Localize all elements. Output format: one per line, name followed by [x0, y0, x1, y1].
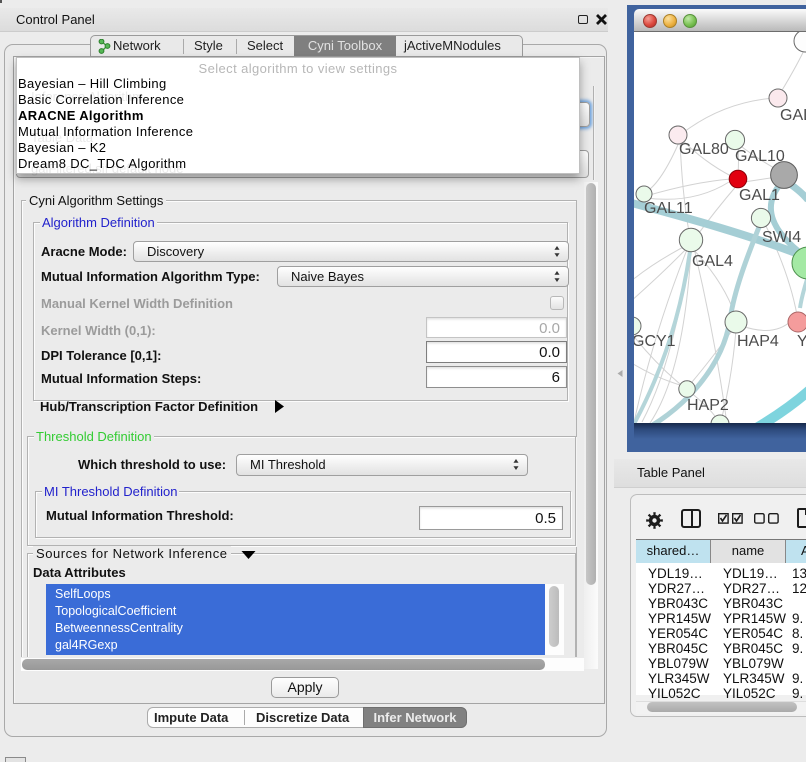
svg-text:GAL11: GAL11	[644, 200, 693, 217]
svg-text:GAL4: GAL4	[692, 253, 733, 270]
svg-text:Y: Y	[797, 333, 806, 350]
svg-text:HAP2: HAP2	[687, 397, 729, 414]
svg-text:GAL10: GAL10	[735, 148, 785, 165]
svg-text:GAL1: GAL1	[739, 187, 780, 204]
svg-text:GCY1: GCY1	[634, 333, 676, 350]
svg-text:HAP4: HAP4	[737, 333, 779, 350]
svg-text:GAL: GAL	[780, 107, 806, 124]
svg-text:GAL80: GAL80	[679, 141, 729, 158]
svg-text:SWI4: SWI4	[762, 229, 801, 246]
